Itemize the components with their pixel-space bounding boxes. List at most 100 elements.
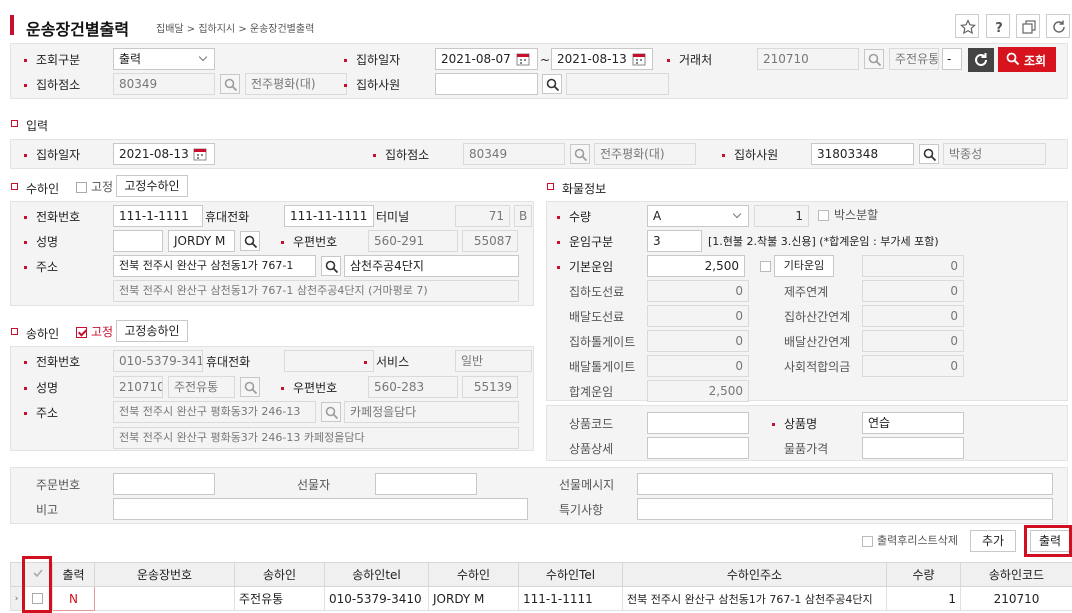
product-code-input[interactable] <box>647 412 749 434</box>
receiver-mobile-input[interactable]: 111-11-1111 <box>284 205 374 227</box>
reset-button[interactable] <box>968 48 994 72</box>
total-fare-input[interactable]: 2,500 <box>647 380 749 402</box>
receiver-zip2-input[interactable]: 55087 <box>462 230 518 252</box>
grid-cell-sender-tel[interactable]: 010-5379-3410 <box>324 586 429 611</box>
grid-cell-receiver[interactable]: JORDY M <box>428 586 519 611</box>
receiver-name-code-input[interactable] <box>113 230 163 252</box>
grid-col-sender-tel[interactable]: 송하인tel <box>324 562 429 587</box>
jeju-link-input[interactable]: 0 <box>862 280 964 302</box>
cargo-qty-input[interactable]: 1 <box>754 205 809 227</box>
other-fare-button[interactable]: 기타운임 <box>774 255 834 277</box>
sender-addr1-input[interactable]: 전북 전주시 완산구 평화동3가 246-13 <box>113 401 316 423</box>
gift-from-input[interactable] <box>375 473 477 495</box>
receiver-name-input[interactable]: JORDY M <box>168 230 235 252</box>
gift-message-input[interactable] <box>637 473 1053 495</box>
grid-col-receiver-tel[interactable]: 수하인Tel <box>518 562 623 587</box>
add-button[interactable]: 추가 <box>970 530 1016 552</box>
favorite-star-button[interactable] <box>955 14 979 38</box>
grid-col-receiver-addr[interactable]: 수하인주소 <box>622 562 887 587</box>
deliv-toll-input[interactable]: 0 <box>647 355 749 377</box>
receiver-addr1-input[interactable]: 전북 전주시 완산구 삼천동1가 767-1 <box>113 255 316 277</box>
search-staff-name-input[interactable] <box>566 73 669 95</box>
sender-addr-search-button[interactable] <box>321 402 341 422</box>
memo-input[interactable] <box>113 498 528 520</box>
sender-phone-input[interactable]: 010-5379-3410 <box>113 350 203 372</box>
new-window-button[interactable] <box>1016 14 1040 38</box>
staff-search-button[interactable] <box>542 74 562 94</box>
receiver-fixed-checkbox[interactable] <box>76 182 87 193</box>
cargo-base-fare-input[interactable]: 2,500 <box>647 255 745 277</box>
search-staff-code-input[interactable] <box>435 73 538 95</box>
product-detail-input[interactable] <box>647 437 749 459</box>
grid-cell-sender-code[interactable]: 210710 <box>960 586 1072 611</box>
search-client-name-input[interactable]: 주전유통 <box>889 48 939 70</box>
search-branch-name-input[interactable]: 전주평화(대) <box>245 73 347 95</box>
pickup-ship-fee-input[interactable]: 0 <box>647 280 749 302</box>
grid-cell-qty[interactable]: 1 <box>886 586 961 611</box>
receiver-terminal-sub-input[interactable]: B <box>514 205 532 227</box>
client-search-button[interactable] <box>864 49 884 69</box>
search-button[interactable]: 조회 <box>998 47 1056 72</box>
grid-col-waybill-no[interactable]: 운송장번호 <box>94 562 235 587</box>
deliv-mountain-link-input[interactable]: 0 <box>862 330 964 352</box>
search-type-select[interactable]: 출력 <box>113 48 215 70</box>
receiver-addr-search-button[interactable] <box>321 256 341 276</box>
grid-cell-waybill-no[interactable] <box>94 586 235 611</box>
search-client-option[interactable]: - <box>942 48 962 70</box>
grid-cell-receiver-tel[interactable]: 111-1-1111 <box>518 586 623 611</box>
other-fare-checkbox[interactable] <box>760 261 771 272</box>
product-name-input[interactable]: 연습 <box>862 412 964 434</box>
sender-mobile-input[interactable] <box>284 350 374 372</box>
receiver-phone-input[interactable]: 111-1-1111 <box>113 205 203 227</box>
deliv-ship-fee-input[interactable]: 0 <box>647 305 749 327</box>
branch-search-button[interactable] <box>220 74 240 94</box>
input-branch-code-field[interactable]: 80349 <box>463 143 565 165</box>
sender-name-code-input[interactable]: 210710 <box>113 376 163 398</box>
sender-fixed-checkbox[interactable] <box>76 327 87 338</box>
input-staff-search-button[interactable] <box>919 144 939 164</box>
input-branch-name-field[interactable]: 전주평화(대) <box>594 143 696 165</box>
sender-zip-input[interactable]: 560-283 <box>368 376 458 398</box>
sender-service-input[interactable]: 일반 <box>455 350 532 372</box>
receiver-addr2-input[interactable]: 삼천주공4단지 <box>344 255 519 277</box>
grid-cell-print[interactable]: N <box>52 586 95 611</box>
box-split-checkbox[interactable] <box>818 210 829 221</box>
fixed-receiver-button[interactable]: 고정수하인 <box>116 175 188 197</box>
pickup-mountain-link-input[interactable]: 0 <box>862 305 964 327</box>
grid-col-sender-code[interactable]: 송하인코드 <box>960 562 1072 587</box>
order-no-input[interactable] <box>113 473 215 495</box>
product-price-input[interactable] <box>862 437 964 459</box>
social-agreement-input[interactable]: 0 <box>862 355 964 377</box>
grid-col-print[interactable]: 출력 <box>52 562 95 587</box>
input-staff-name-field[interactable]: 박종성 <box>943 143 1046 165</box>
search-branch-code-input[interactable]: 80349 <box>113 73 215 95</box>
sender-addr2-input[interactable]: 카페정을담다 <box>344 401 519 423</box>
sender-zip2-input[interactable]: 55139 <box>462 376 518 398</box>
grid-col-qty[interactable]: 수량 <box>886 562 961 587</box>
grid-cell-sender[interactable]: 주전유통 <box>234 586 325 611</box>
cargo-qty-type-select[interactable]: A <box>647 205 749 227</box>
receiver-zip-input[interactable]: 560-291 <box>368 230 458 252</box>
input-branch-search-button[interactable] <box>570 144 590 164</box>
refresh-page-button[interactable] <box>1046 14 1070 38</box>
receiver-search-button[interactable] <box>240 231 260 251</box>
input-staff-code-field[interactable]: 31803348 <box>811 143 914 165</box>
calendar-icon[interactable] <box>516 52 530 66</box>
special-notes-input[interactable] <box>637 498 1053 520</box>
grid-col-sender[interactable]: 송하인 <box>234 562 325 587</box>
other-fare-input[interactable]: 0 <box>862 255 964 277</box>
search-client-code-input[interactable]: 210710 <box>757 48 859 70</box>
calendar-icon[interactable] <box>193 147 207 161</box>
delete-after-print-checkbox[interactable] <box>862 536 873 547</box>
sender-search-button[interactable] <box>240 377 260 397</box>
calendar-icon[interactable] <box>632 52 646 66</box>
grid-col-receiver[interactable]: 수하인 <box>428 562 519 587</box>
table-row[interactable]: › N 주전유통 010-5379-3410 JORDY M 111-1-111… <box>10 586 1072 611</box>
sender-name-input[interactable]: 주전유통 <box>168 376 235 398</box>
receiver-terminal-code-input[interactable]: 71 <box>455 205 510 227</box>
pickup-toll-input[interactable]: 0 <box>647 330 749 352</box>
help-button[interactable]: ? <box>986 14 1010 38</box>
cargo-fare-type-input[interactable]: 3 <box>647 230 702 252</box>
grid-cell-receiver-addr[interactable]: 전북 전주시 완산구 삼천동1가 767-1 삼천주공4단지 <box>622 586 887 611</box>
fixed-sender-button[interactable]: 고정송하인 <box>116 320 188 342</box>
